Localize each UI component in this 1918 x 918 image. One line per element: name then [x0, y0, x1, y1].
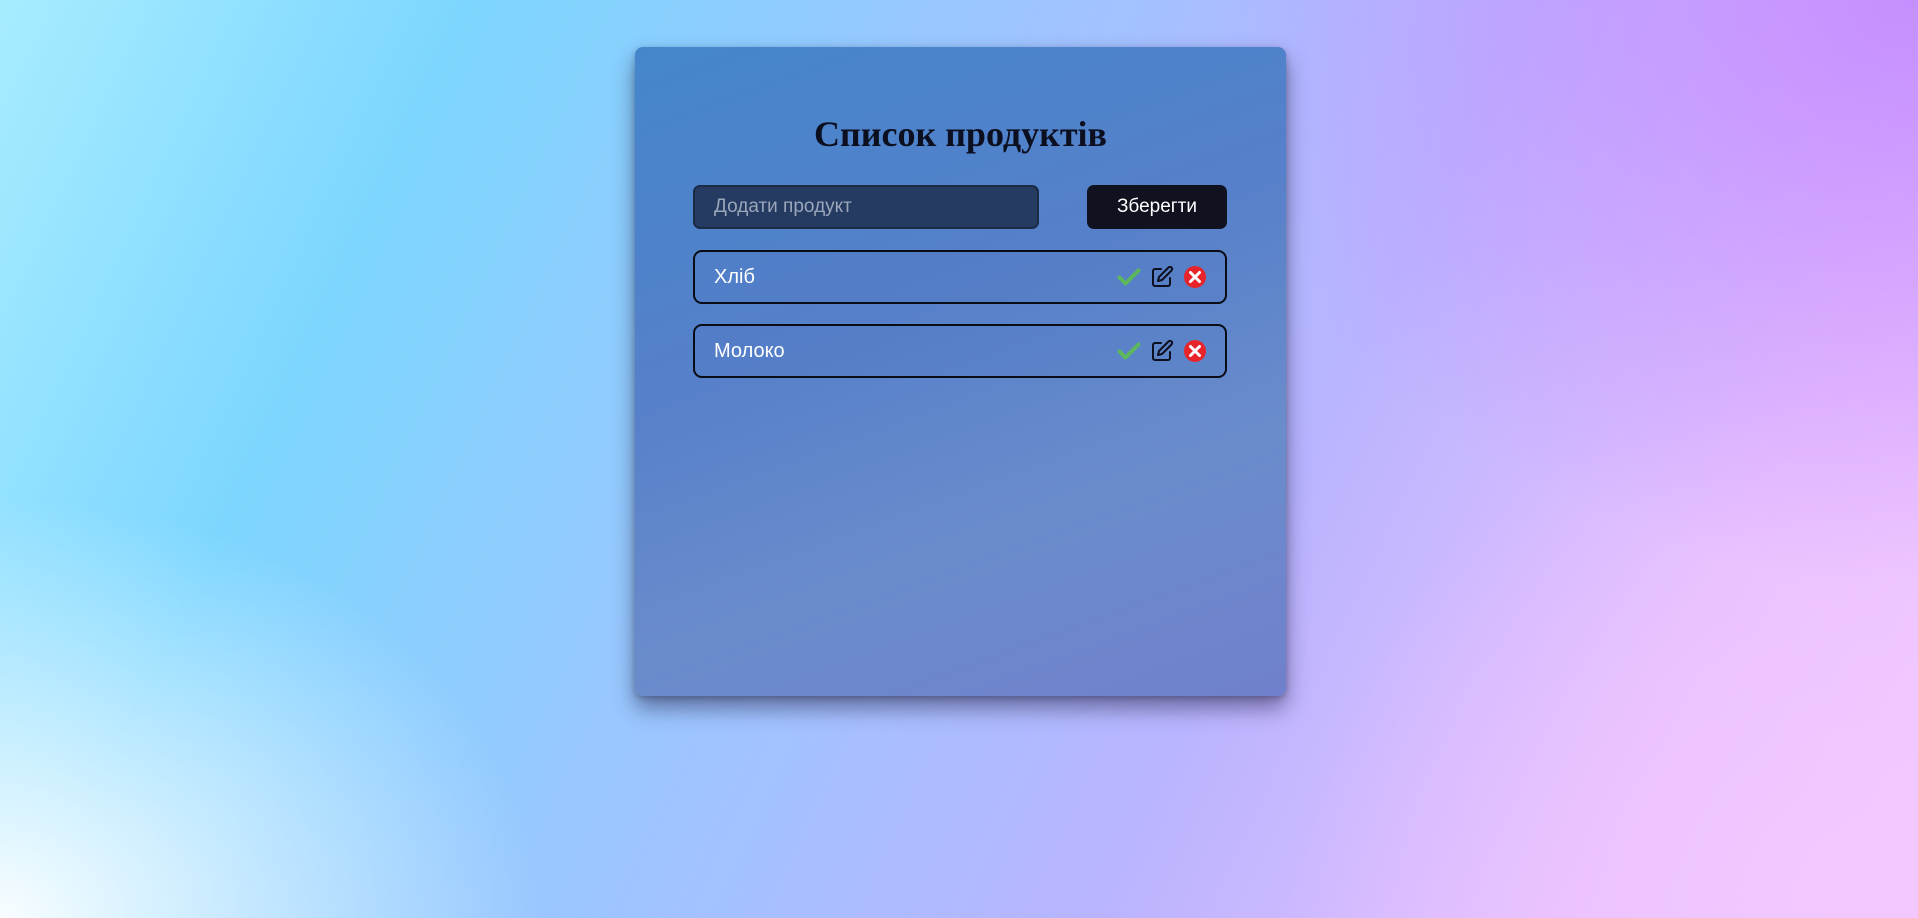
- check-icon[interactable]: [1117, 265, 1141, 289]
- list-item-label: Молоко: [714, 340, 785, 362]
- delete-icon[interactable]: [1183, 339, 1207, 363]
- list-item-actions: [1117, 265, 1207, 289]
- delete-icon[interactable]: [1183, 265, 1207, 289]
- check-icon[interactable]: [1117, 339, 1141, 363]
- product-list-card: Список продуктів Зберегти Хліб: [635, 47, 1286, 696]
- list-item-actions: [1117, 339, 1207, 363]
- list-item: Хліб: [693, 250, 1227, 304]
- edit-icon[interactable]: [1150, 339, 1174, 363]
- page-title: Список продуктів: [813, 114, 1107, 154]
- save-button[interactable]: Зберегти: [1087, 185, 1227, 229]
- list-item: Молоко: [693, 324, 1227, 378]
- list-item-label: Хліб: [714, 266, 755, 288]
- add-product-input[interactable]: [693, 185, 1039, 229]
- edit-icon[interactable]: [1150, 265, 1174, 289]
